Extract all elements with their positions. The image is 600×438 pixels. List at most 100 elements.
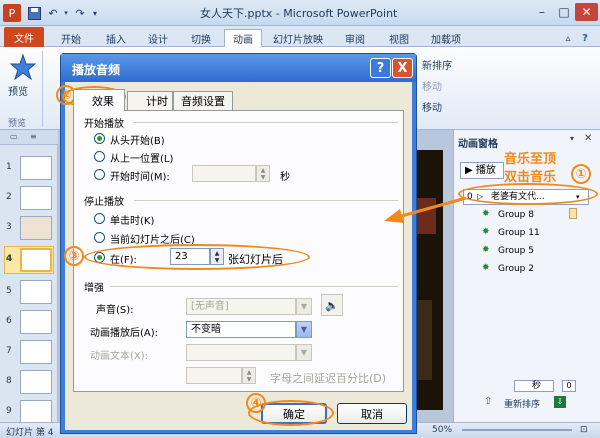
from-beginning-label[interactable]: 从头开始(B) — [110, 132, 165, 147]
reorder-ribbon-item[interactable]: 新排序 — [422, 57, 452, 72]
after-animation-select[interactable]: 不变暗 — [186, 321, 296, 338]
move-up-icon[interactable]: ⇧ — [484, 396, 492, 407]
on-click-label[interactable]: 单击时(K) — [110, 212, 154, 227]
customize-qat-icon[interactable]: ▾ — [90, 4, 100, 22]
move-down-icon[interactable]: ⇩ — [554, 396, 566, 408]
anim-item-name[interactable]: Group 5 — [498, 246, 534, 256]
ribbon-tabs: 文件 开始 插入 设计 切换 动画 幻灯片放映 审阅 视图 加载项 ▵ ? — [0, 26, 600, 47]
zoom-level[interactable]: 50% — [432, 425, 452, 435]
play-button[interactable]: ▶ 播放 — [460, 162, 504, 179]
pane-options-icon[interactable]: ▾ — [570, 134, 574, 143]
tab-view[interactable]: 视图 — [384, 29, 414, 47]
move-earlier-ribbon-item[interactable]: 移动 — [422, 78, 442, 93]
dialog-title-bar[interactable]: 播放音频 ? X — [61, 54, 416, 82]
sound-dropdown-icon[interactable]: ▼ — [296, 298, 312, 315]
enhance-group-label: 增强 — [84, 283, 104, 294]
annotation-note-move-to-top: 音乐至顶 — [504, 152, 557, 167]
slide-number: 7 — [6, 346, 12, 356]
start-time-label[interactable]: 开始时间(M): — [110, 168, 170, 183]
tab-slideshow[interactable]: 幻灯片放映 — [270, 29, 326, 47]
ribbon-collapse-icon[interactable]: ▵ — [562, 29, 574, 47]
radio-from-last-position[interactable] — [94, 151, 105, 162]
tab-file[interactable]: 文件 — [4, 27, 44, 47]
slide-thumbnail[interactable] — [20, 400, 52, 424]
start-time-input[interactable] — [192, 165, 256, 182]
group-divider — [134, 200, 398, 201]
play-label: 播放 — [475, 165, 496, 176]
tab-effect[interactable]: 效果 — [73, 89, 125, 111]
group-divider — [110, 286, 398, 287]
tab-audio-settings[interactable]: 音频设置 — [173, 91, 233, 110]
preview-button-label[interactable]: 预览 — [8, 83, 28, 98]
slide-thumbnail[interactable] — [20, 186, 52, 210]
anim-item-name[interactable]: Group 2 — [498, 264, 534, 274]
tab-addins[interactable]: 加载项 — [424, 29, 468, 47]
seconds-dropdown[interactable]: 秒 — [514, 380, 554, 392]
from-last-position-label[interactable]: 从上一位置(L) — [110, 150, 173, 165]
anim-item-name[interactable]: Group 11 — [498, 228, 540, 238]
radio-start-time[interactable] — [94, 169, 105, 180]
slide-thumbnail[interactable] — [20, 370, 52, 394]
save-icon[interactable] — [26, 4, 42, 22]
slide-thumbnail[interactable] — [20, 156, 52, 180]
title-bar: P ↶ ▾ ↷ ▾ 女人天下.pptx - Microsoft PowerPoi… — [0, 0, 600, 26]
seconds-label: 秒 — [531, 381, 541, 391]
letter-delay-spinner[interactable]: ▲ ▼ — [242, 367, 256, 384]
help-icon[interactable]: ? — [578, 29, 592, 47]
window-title: 女人天下.pptx - Microsoft PowerPoint — [200, 7, 398, 20]
redo-icon[interactable]: ↷ — [72, 4, 88, 22]
start-time-spinner[interactable]: ▲ ▼ — [256, 165, 270, 182]
annotation-oval-stop-after — [84, 244, 310, 270]
timing-bar — [569, 208, 577, 219]
undo-dropdown-icon[interactable]: ▾ — [62, 4, 70, 22]
cancel-button[interactable]: 取消 — [337, 403, 407, 424]
slide-number: 1 — [6, 162, 12, 172]
tab-home[interactable]: 开始 — [56, 29, 86, 47]
animate-text-dropdown-icon[interactable]: ▼ — [296, 344, 312, 361]
fit-to-window-icon[interactable]: ⊡ — [580, 425, 588, 435]
reorder-label: 重新排序 — [504, 400, 541, 410]
slide-thumbnail[interactable] — [20, 340, 52, 364]
slide-thumbnail[interactable] — [20, 280, 52, 304]
outline-tab-icon[interactable]: ≡ — [30, 132, 37, 141]
speaker-icon[interactable]: 🔈 — [321, 294, 343, 316]
sound-select[interactable]: [无声音] — [186, 298, 296, 315]
slide-indicator: 幻灯片 第 4 — [6, 428, 54, 438]
slide-thumbnail[interactable] — [20, 310, 52, 334]
seconds-value[interactable]: 0 — [562, 380, 576, 392]
slide-thumbnail-selected[interactable] — [20, 248, 52, 272]
tab-design[interactable]: 设计 — [143, 29, 173, 47]
animation-pane-title: 动画窗格 — [458, 139, 498, 150]
tab-timing[interactable]: 计时 — [127, 91, 173, 110]
tab-review[interactable]: 审阅 — [340, 29, 370, 47]
annotation-oval-audio-item — [458, 183, 598, 205]
powerpoint-app-icon[interactable]: P — [3, 4, 21, 22]
slides-tab-icon[interactable]: ▭ — [10, 132, 18, 141]
tab-animations[interactable]: 动画 — [224, 29, 262, 47]
radio-on-click[interactable] — [94, 213, 105, 224]
dialog-help-button[interactable]: ? — [370, 58, 391, 78]
zoom-slider[interactable] — [462, 429, 572, 431]
anim-item-name[interactable]: Group 8 — [498, 210, 534, 220]
preview-star-icon[interactable] — [9, 53, 37, 81]
animate-text-select[interactable] — [186, 344, 296, 361]
pane-close-icon[interactable]: ✕ — [584, 133, 592, 144]
slide-thumbnail[interactable] — [20, 216, 52, 240]
minimize-icon[interactable]: – — [531, 3, 553, 21]
radio-from-beginning[interactable] — [94, 133, 105, 144]
close-icon[interactable]: ✕ — [575, 3, 598, 21]
letter-delay-input[interactable] — [186, 367, 242, 384]
slide-number: 4 — [6, 254, 13, 264]
move-later-ribbon-item[interactable]: 移动 — [422, 99, 442, 114]
dialog-close-button[interactable]: X — [392, 58, 413, 78]
seconds-unit: 秒 — [280, 172, 290, 183]
undo-icon[interactable]: ↶ — [45, 4, 61, 22]
annotation-oval-ok — [248, 400, 334, 426]
tab-insert[interactable]: 插入 — [101, 29, 131, 47]
after-animation-dropdown-icon[interactable]: ▼ — [296, 321, 312, 338]
radio-after-current-slide[interactable] — [94, 232, 105, 243]
animate-text-label: 动画文本(X): — [90, 351, 149, 362]
tab-transitions[interactable]: 切换 — [186, 29, 216, 47]
maximize-icon[interactable]: □ — [553, 3, 575, 21]
annotation-step-3: ③ — [64, 246, 84, 266]
